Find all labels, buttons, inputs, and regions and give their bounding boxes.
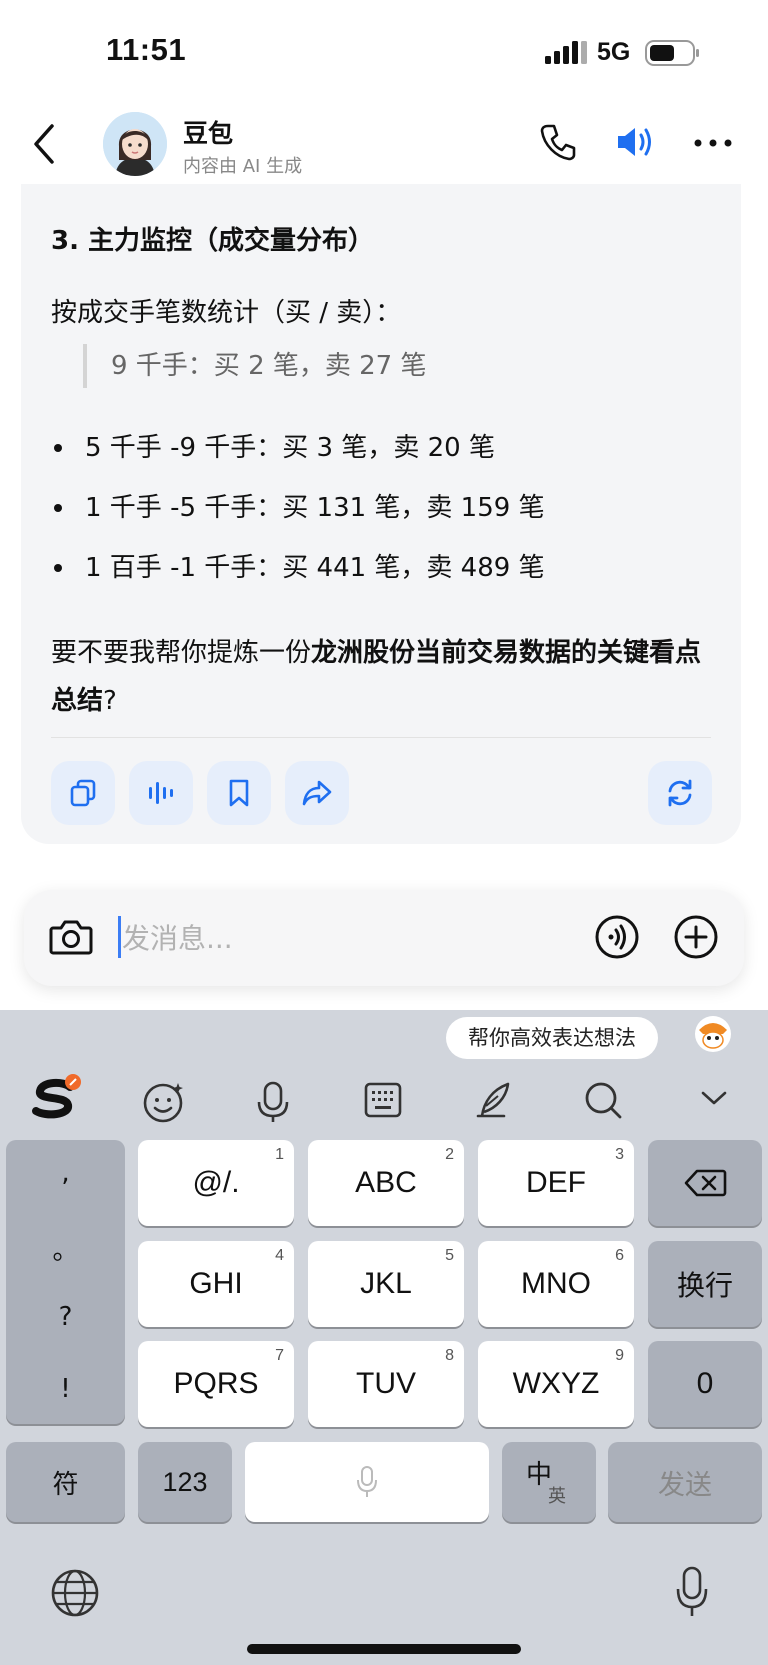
newline-key[interactable]: 换行: [648, 1241, 762, 1327]
message-question: 要不要我帮你提炼一份龙洲股份当前交易数据的关键看点总结?: [51, 629, 721, 725]
bookmark-icon: [229, 779, 249, 807]
key-5[interactable]: 5 JKL: [308, 1241, 464, 1327]
battery-icon: [645, 40, 699, 66]
key-1[interactable]: 1 @/.: [138, 1140, 294, 1226]
regenerate-button[interactable]: [648, 761, 712, 825]
dictation-mic-icon[interactable]: [674, 1565, 710, 1619]
key-4[interactable]: 4 GHI: [138, 1241, 294, 1327]
text-caret: [118, 916, 121, 958]
message-quote: 9 千手：买 2 笔，卖 27 笔: [83, 344, 427, 388]
numbers-key[interactable]: 123: [138, 1442, 232, 1522]
punct-exclaim[interactable]: !: [6, 1374, 125, 1404]
keyboard-toolbar: [0, 1065, 768, 1139]
microphone-icon: [357, 1466, 377, 1497]
symbols-key[interactable]: 符: [6, 1442, 125, 1522]
home-indicator: [247, 1644, 521, 1654]
phone-icon[interactable]: [538, 122, 578, 162]
key-6[interactable]: 6 MNO: [478, 1241, 634, 1327]
key-7[interactable]: 7 PQRS: [138, 1341, 294, 1427]
message-intro: 按成交手笔数统计（买 / 卖）：: [51, 298, 402, 328]
key-0[interactable]: 0: [648, 1341, 762, 1427]
regenerate-icon: [668, 779, 692, 807]
chevron-down-icon[interactable]: [700, 1089, 728, 1107]
list-item: 1 百手 -1 千手：买 441 笔，卖 489 笔: [51, 546, 545, 606]
globe-icon[interactable]: [50, 1568, 100, 1618]
language-switch-key[interactable]: 中 英: [502, 1442, 596, 1522]
message-composer: [24, 890, 744, 986]
microphone-icon[interactable]: [255, 1080, 291, 1124]
key-9[interactable]: 9 WXYZ: [478, 1341, 634, 1427]
copy-icon: [70, 779, 96, 807]
punct-comma[interactable]: ,: [6, 1158, 125, 1188]
question-prefix: 要不要我帮你提炼一份: [51, 638, 312, 668]
read-aloud-button[interactable]: [129, 761, 193, 825]
handwriting-icon[interactable]: [474, 1080, 514, 1120]
avatar[interactable]: [103, 112, 167, 176]
message-heading: 3. 主力监控（成交量分布）: [51, 226, 375, 256]
punct-period[interactable]: 。: [6, 1230, 125, 1267]
more-icon[interactable]: [693, 138, 733, 148]
key-2[interactable]: 2 ABC: [308, 1140, 464, 1226]
list-item: 5 千手 -9 千手：买 3 笔，卖 20 笔: [51, 426, 545, 486]
bullet-list: 5 千手 -9 千手：买 3 笔，卖 20 笔 1 千手 -5 千手：买 131…: [51, 426, 545, 606]
avatar-girl-icon: [103, 112, 167, 176]
sogou-logo-icon[interactable]: [30, 1073, 84, 1121]
key-8[interactable]: 8 TUV: [308, 1341, 464, 1427]
space-key[interactable]: [245, 1442, 489, 1522]
voice-call-icon[interactable]: [594, 914, 640, 960]
speaker-icon[interactable]: [615, 122, 657, 162]
emoji-icon[interactable]: [142, 1080, 186, 1124]
suggestion-chip[interactable]: 帮你高效表达想法: [446, 1017, 658, 1059]
backspace-key[interactable]: [648, 1140, 762, 1226]
send-key[interactable]: 发送: [608, 1442, 762, 1522]
camera-icon[interactable]: [48, 914, 94, 960]
punct-question[interactable]: ?: [6, 1302, 125, 1332]
share-button[interactable]: [285, 761, 349, 825]
status-bar: 11:51 5G: [0, 0, 768, 100]
punctuation-column[interactable]: , 。 ? !: [6, 1140, 125, 1424]
chat-title: 豆包: [183, 119, 234, 148]
status-time: 11:51: [106, 32, 187, 67]
backspace-icon: [684, 1169, 727, 1197]
chat-header: 豆包 内容由 AI 生成: [0, 100, 768, 184]
search-icon[interactable]: [583, 1080, 623, 1120]
bookmark-button[interactable]: [207, 761, 271, 825]
share-icon: [302, 780, 332, 806]
chat-subtitle: 内容由 AI 生成: [183, 156, 303, 177]
network-label: 5G: [597, 38, 631, 66]
message-input[interactable]: [122, 910, 522, 966]
keyboard-icon[interactable]: [363, 1080, 403, 1120]
list-item: 1 千手 -5 千手：买 131 笔，卖 159 笔: [51, 486, 545, 546]
divider: [51, 737, 711, 738]
plus-icon[interactable]: [673, 914, 719, 960]
voice-wave-icon: [149, 782, 173, 804]
key-3[interactable]: 3 DEF: [478, 1140, 634, 1226]
question-suffix: ?: [103, 686, 117, 716]
copy-button[interactable]: [51, 761, 115, 825]
keyboard: 帮你高效表达想法 , 。 ? ! 1 @/. 2 ABC 3 DEF 4 GHI…: [0, 1010, 768, 1665]
mascot-icon[interactable]: [693, 1014, 733, 1054]
cellular-signal-icon: [545, 41, 587, 64]
back-icon[interactable]: [30, 122, 60, 166]
